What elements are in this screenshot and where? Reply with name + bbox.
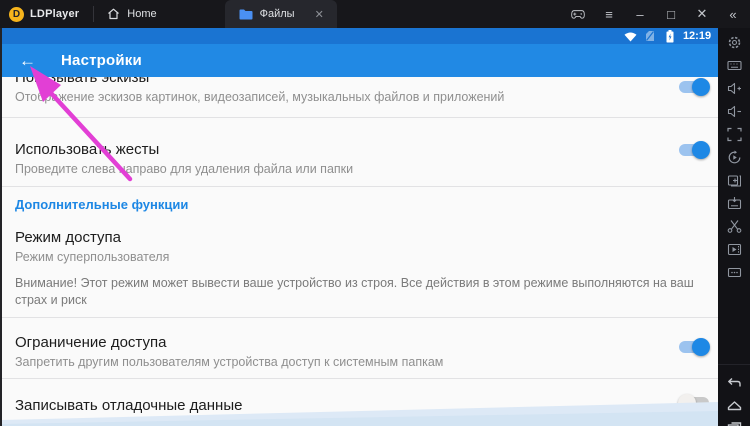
- volume-down-icon[interactable]: [727, 104, 742, 119]
- setting-title: Записывать отладочные данные: [15, 397, 243, 414]
- setting-title: Режим доступа: [15, 229, 122, 246]
- no-sim-icon: [643, 29, 658, 44]
- screen-record-icon[interactable]: [727, 242, 742, 257]
- section-advanced-label: Дополнительные функции: [15, 197, 189, 212]
- setting-row-thumbnails[interactable]: Показывать эскизы Отображение эскизов ка…: [15, 77, 666, 105]
- access-restriction-toggle[interactable]: [678, 338, 711, 356]
- gamepad-icon[interactable]: [571, 7, 585, 21]
- status-time: 12:19: [682, 29, 712, 42]
- minimize-icon[interactable]: –: [633, 7, 647, 22]
- nav-home-icon[interactable]: [727, 398, 742, 413]
- maximize-icon[interactable]: □: [664, 7, 678, 22]
- thumbnails-toggle[interactable]: [678, 78, 711, 96]
- app-brand: D LDPlayer: [0, 0, 93, 28]
- nav-back-icon[interactable]: [727, 375, 742, 390]
- battery-icon: [663, 29, 678, 44]
- setting-title: Ограничение доступа: [15, 334, 167, 351]
- app-name: LDPlayer: [30, 8, 80, 20]
- multi-window-icon[interactable]: [727, 173, 742, 188]
- divider: [2, 186, 719, 187]
- root-mode-warning: Внимание! Этот режим может вывести ваше …: [15, 276, 694, 307]
- nav-recents-icon[interactable]: [727, 421, 742, 426]
- collapse-sidebar-icon[interactable]: «: [726, 7, 740, 22]
- tab-home[interactable]: Home: [94, 0, 178, 28]
- divider: [2, 317, 719, 318]
- settings-header: ← Настройки: [2, 44, 719, 77]
- setting-subtitle: Запретить другим пользователям устройств…: [15, 355, 444, 369]
- debug-log-toggle[interactable]: [678, 394, 710, 412]
- fullscreen-icon[interactable]: [726, 127, 742, 142]
- setting-row-access-restriction[interactable]: Ограничение доступа Запретить другим пол…: [15, 332, 666, 370]
- setting-row-debug-log[interactable]: Записывать отладочные данные: [15, 395, 666, 416]
- tab-files[interactable]: Файлы ✕: [224, 0, 337, 28]
- volume-up-icon[interactable]: [727, 81, 742, 96]
- title-bar: D LDPlayer Home Файлы ✕ ≡ – □ ✕ «: [0, 0, 750, 28]
- android-nav-group: [718, 364, 750, 426]
- setting-row-gestures[interactable]: Использовать жесты Проведите слева напра…: [15, 139, 666, 177]
- setting-subtitle: Режим суперпользователя: [15, 250, 170, 264]
- main-area: 12:19 ← Настройки Показывать эскизы Отоб…: [0, 28, 750, 426]
- close-window-icon[interactable]: ✕: [695, 6, 709, 21]
- emulator-screen: 12:19 ← Настройки Показывать эскизы Отоб…: [0, 28, 719, 426]
- setting-title: Показывать эскизы: [15, 77, 150, 86]
- ldplayer-toolbar: [718, 28, 750, 426]
- back-arrow-icon[interactable]: ←: [19, 52, 36, 69]
- settings-gear-icon[interactable]: [727, 35, 742, 50]
- menu-icon[interactable]: ≡: [602, 7, 616, 22]
- home-tab-icon: [106, 7, 121, 22]
- setting-row-access-mode[interactable]: Режим доступа Режим суперпользователя: [15, 227, 666, 265]
- titlebar-spacer: [337, 0, 571, 28]
- tab-home-label: Home: [127, 8, 157, 20]
- page-title: Настройки: [61, 52, 142, 69]
- divider: [2, 378, 719, 379]
- android-status-bar: 12:19: [2, 28, 719, 44]
- ldplayer-logo-icon: D: [9, 6, 24, 22]
- toggle-knob: [678, 394, 697, 412]
- tab-files-label: Файлы: [259, 8, 295, 20]
- setting-subtitle: Отображение эскизов картинок, видеозапис…: [15, 90, 505, 104]
- screenshot-cut-icon[interactable]: [727, 219, 742, 234]
- sync-rotate-icon[interactable]: [727, 150, 742, 165]
- install-apk-icon[interactable]: [727, 196, 742, 211]
- keyboard-icon[interactable]: [726, 58, 742, 73]
- folder-icon: [239, 7, 254, 22]
- ldplayer-window: D LDPlayer Home Файлы ✕ ≡ – □ ✕ « 12:19 …: [0, 0, 750, 426]
- toggle-knob: [692, 338, 711, 356]
- window-controls: ≡ – □ ✕ «: [571, 0, 750, 28]
- setting-subtitle: Проведите слева направо для удаления фай…: [15, 162, 354, 176]
- more-options-icon[interactable]: [727, 265, 742, 280]
- toggle-knob: [692, 78, 711, 96]
- gestures-toggle[interactable]: [678, 141, 711, 159]
- tab-close-icon[interactable]: ✕: [315, 8, 324, 21]
- setting-title: Использовать жесты: [15, 141, 160, 158]
- divider: [2, 117, 719, 118]
- settings-list: Показывать эскизы Отображение эскизов ка…: [2, 77, 719, 426]
- wifi-icon: [623, 29, 638, 44]
- toggle-knob: [692, 141, 711, 159]
